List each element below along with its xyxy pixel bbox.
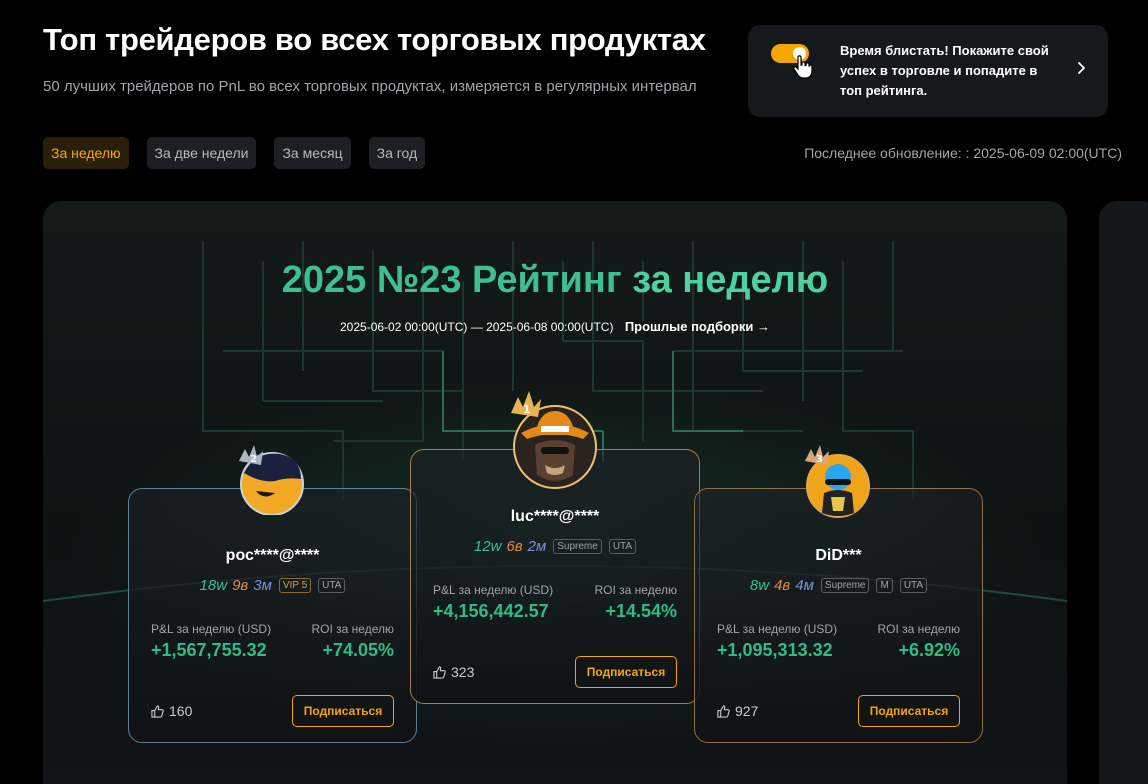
biweekly-wins-badge: 4в bbox=[774, 577, 791, 594]
likes[interactable]: 927 bbox=[717, 703, 758, 719]
vip-tag: VIP 5 bbox=[278, 578, 312, 593]
monthly-wins-badge: 4м bbox=[795, 577, 814, 594]
period-tabs: За неделю За две недели За месяц За год bbox=[43, 137, 426, 169]
avatar-rank-3[interactable]: 3 bbox=[801, 443, 873, 521]
next-panel-edge[interactable] bbox=[1099, 201, 1148, 784]
trader-card-rank-2: рос****@**** 18w 9в 3м VIP 5 UTA P&L за … bbox=[128, 488, 417, 743]
tab-two-weeks[interactable]: За две недели bbox=[146, 137, 257, 169]
monthly-wins-badge: 3м bbox=[253, 577, 272, 594]
period-dates: 2025-06-02 00:00(UTC) — 2025-06-08 00:00… bbox=[340, 320, 614, 334]
page-subtitle: 50 лучших трейдеров по PnL во всех торго… bbox=[43, 78, 697, 95]
pnl-label: P&L за неделю (USD) bbox=[151, 622, 272, 636]
promo-text: Время блистать! Покажите свой успех в то… bbox=[840, 43, 1049, 98]
monthly-wins-badge: 2м bbox=[527, 538, 547, 555]
tab-year[interactable]: За год bbox=[368, 137, 426, 169]
leaderboard-page: Топ трейдеров во всех торговых продуктах… bbox=[0, 0, 1148, 784]
rank-number: 2 bbox=[250, 454, 257, 465]
weekly-wins-badge: 18w bbox=[199, 577, 228, 594]
page-title: Топ трейдеров во всех торговых продуктах bbox=[43, 22, 706, 57]
avatar-rank-1[interactable]: 1 bbox=[505, 389, 603, 493]
thumbs-up-icon bbox=[717, 704, 730, 718]
roi-label: ROI за неделю bbox=[311, 622, 395, 636]
likes-count: 927 bbox=[735, 703, 759, 719]
biweekly-wins-badge: 9в bbox=[232, 577, 249, 594]
trader-name: luc****@**** bbox=[510, 508, 600, 525]
pnl-value: +1,567,755.32 bbox=[151, 640, 267, 660]
supreme-tag: Supreme bbox=[820, 578, 870, 593]
pnl-value: +1,095,313.32 bbox=[717, 640, 833, 660]
trader-badges: 18w 9в 3м VIP 5 UTA bbox=[129, 577, 416, 594]
biweekly-wins-badge: 6в bbox=[506, 538, 523, 555]
follow-button[interactable]: Подписаться bbox=[575, 656, 677, 688]
uta-tag: UTA bbox=[318, 578, 346, 593]
follow-button[interactable]: Подписаться bbox=[858, 695, 960, 727]
likes[interactable]: 323 bbox=[433, 664, 474, 680]
tab-week[interactable]: За неделю bbox=[43, 137, 129, 169]
last-updated: Последнее обновление: : 2025-06-09 02:00… bbox=[804, 145, 1122, 161]
supreme-tag: Supreme bbox=[553, 539, 602, 554]
thumbs-up-icon bbox=[151, 704, 164, 718]
uta-tag: UTA bbox=[608, 539, 637, 554]
rank-number: 1 bbox=[523, 403, 531, 416]
thumbs-up-icon bbox=[433, 665, 446, 679]
roi-value: +74.05% bbox=[322, 640, 394, 660]
hand-cursor-icon bbox=[793, 55, 813, 79]
chevron-right-icon[interactable] bbox=[1075, 61, 1087, 75]
trader-badges: 8w 4в 4м Supreme M UTA bbox=[695, 577, 982, 594]
pnl-value: +4,156,442.57 bbox=[433, 601, 549, 621]
roi-label: ROI за неделю bbox=[877, 622, 961, 636]
ranking-period: 2025-06-02 00:00(UTC) — 2025-06-08 00:00… bbox=[43, 319, 1067, 334]
ranking-title: 2025 №23 Рейтинг за неделю bbox=[281, 259, 829, 301]
likes[interactable]: 160 bbox=[151, 703, 192, 719]
trader-name: DiD*** bbox=[815, 547, 862, 564]
trader-badges: 12w 6в 2м Supreme UTA bbox=[411, 538, 699, 555]
promo-banner[interactable]: Время блистать! Покажите свой успех в то… bbox=[748, 25, 1108, 117]
m-tag: M bbox=[876, 578, 893, 593]
tab-month[interactable]: За месяц bbox=[274, 137, 351, 169]
trader-card-rank-3: DiD*** 8w 4в 4м Supreme M UTA P&L за нед… bbox=[694, 488, 983, 743]
weekly-wins-badge: 12w bbox=[473, 538, 502, 555]
rank-number: 3 bbox=[816, 454, 823, 465]
ranking-panel: 2025 №23 Рейтинг за неделю 2025-06-02 00… bbox=[43, 201, 1067, 784]
weekly-wins-badge: 8w bbox=[749, 577, 770, 594]
uta-tag: UTA bbox=[899, 578, 928, 593]
likes-count: 323 bbox=[451, 664, 475, 680]
likes-count: 160 bbox=[169, 703, 193, 719]
pnl-label: P&L за неделю (USD) bbox=[717, 622, 838, 636]
roi-value: +14.54% bbox=[605, 601, 677, 621]
pnl-label: P&L за неделю (USD) bbox=[433, 583, 554, 597]
roi-value: +6.92% bbox=[898, 640, 960, 660]
roi-label: ROI за неделю bbox=[594, 583, 678, 597]
trader-name: рос****@**** bbox=[225, 547, 320, 564]
follow-button[interactable]: Подписаться bbox=[292, 695, 394, 727]
avatar-rank-2[interactable]: 2 bbox=[235, 443, 307, 515]
past-selections-link[interactable]: Прошлые подборки → bbox=[625, 319, 770, 334]
